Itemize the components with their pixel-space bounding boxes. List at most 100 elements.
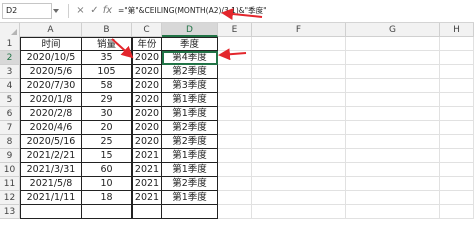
select-all-corner[interactable] (0, 23, 20, 37)
cell-g10[interactable] (346, 163, 440, 177)
cell-f11[interactable] (252, 177, 346, 191)
cell-f8[interactable] (252, 135, 346, 149)
cell-d1[interactable]: 季度 (162, 37, 218, 51)
cell-h9[interactable] (440, 149, 474, 163)
cell-h8[interactable] (440, 135, 474, 149)
cell-a9[interactable]: 2021/2/21 (20, 149, 82, 163)
cell-a11[interactable]: 2021/5/8 (20, 177, 82, 191)
row-header-3[interactable]: 3 (0, 65, 20, 79)
cell-f2[interactable] (252, 51, 346, 65)
cell-g3[interactable] (346, 65, 440, 79)
cell-g2[interactable] (346, 51, 440, 65)
cell-a5[interactable]: 2020/1/8 (20, 93, 82, 107)
cell-h1[interactable] (440, 37, 474, 51)
column-header-h[interactable]: H (440, 23, 474, 37)
cell-d13[interactable] (162, 205, 218, 219)
cell-e9[interactable] (218, 149, 252, 163)
cell-d7[interactable]: 第2季度 (162, 121, 218, 135)
cell-g11[interactable] (346, 177, 440, 191)
cell-g1[interactable] (346, 37, 440, 51)
cell-f7[interactable] (252, 121, 346, 135)
cell-a6[interactable]: 2020/2/8 (20, 107, 82, 121)
cell-g13[interactable] (346, 205, 440, 219)
cell-c4[interactable]: 2020 (132, 79, 162, 93)
name-box-dropdown-icon[interactable] (53, 9, 59, 13)
cell-f12[interactable] (252, 191, 346, 205)
cell-h7[interactable] (440, 121, 474, 135)
cell-g6[interactable] (346, 107, 440, 121)
cell-b2[interactable]: 35 (82, 51, 132, 65)
cell-g7[interactable] (346, 121, 440, 135)
cell-c13[interactable] (132, 205, 162, 219)
cell-d9[interactable]: 第1季度 (162, 149, 218, 163)
cell-c2[interactable]: 2020 (132, 51, 162, 65)
cell-f10[interactable] (252, 163, 346, 177)
cell-a1[interactable]: 时间 (20, 37, 82, 51)
column-header-a[interactable]: A (20, 23, 82, 37)
cell-h13[interactable] (440, 205, 474, 219)
cell-d12[interactable]: 第1季度 (162, 191, 218, 205)
cell-h10[interactable] (440, 163, 474, 177)
cell-d5[interactable]: 第1季度 (162, 93, 218, 107)
cell-e1[interactable] (218, 37, 252, 51)
enter-icon[interactable]: ✓ (88, 4, 101, 18)
row-header-8[interactable]: 8 (0, 135, 20, 149)
cell-h5[interactable] (440, 93, 474, 107)
cell-e3[interactable] (218, 65, 252, 79)
cell-h11[interactable] (440, 177, 474, 191)
row-header-9[interactable]: 9 (0, 149, 20, 163)
cell-f6[interactable] (252, 107, 346, 121)
cell-e10[interactable] (218, 163, 252, 177)
cell-h3[interactable] (440, 65, 474, 79)
cell-b13[interactable] (82, 205, 132, 219)
cell-b11[interactable]: 10 (82, 177, 132, 191)
cell-e12[interactable] (218, 191, 252, 205)
column-header-f[interactable]: F (252, 23, 346, 37)
row-header-13[interactable]: 13 (0, 205, 20, 219)
cell-g9[interactable] (346, 149, 440, 163)
column-header-e[interactable]: E (218, 23, 252, 37)
cell-c5[interactable]: 2020 (132, 93, 162, 107)
cell-c11[interactable]: 2021 (132, 177, 162, 191)
cell-g12[interactable] (346, 191, 440, 205)
cell-f13[interactable] (252, 205, 346, 219)
insert-function-button[interactable]: fx (101, 4, 114, 18)
cell-e4[interactable] (218, 79, 252, 93)
cell-e11[interactable] (218, 177, 252, 191)
cell-d8[interactable]: 第2季度 (162, 135, 218, 149)
cell-e5[interactable] (218, 93, 252, 107)
row-header-6[interactable]: 6 (0, 107, 20, 121)
cell-a2[interactable]: 2020/10/5 (20, 51, 82, 65)
cell-b12[interactable]: 18 (82, 191, 132, 205)
cell-a3[interactable]: 2020/5/6 (20, 65, 82, 79)
cell-b4[interactable]: 58 (82, 79, 132, 93)
cell-b6[interactable]: 30 (82, 107, 132, 121)
cell-a12[interactable]: 2021/1/11 (20, 191, 82, 205)
cell-c10[interactable]: 2021 (132, 163, 162, 177)
cell-f4[interactable] (252, 79, 346, 93)
column-header-c[interactable]: C (132, 23, 162, 37)
cell-d4[interactable]: 第3季度 (162, 79, 218, 93)
cell-d10[interactable]: 第1季度 (162, 163, 218, 177)
cell-a7[interactable]: 2020/4/6 (20, 121, 82, 135)
cell-f1[interactable] (252, 37, 346, 51)
cell-d11[interactable]: 第2季度 (162, 177, 218, 191)
cell-f9[interactable] (252, 149, 346, 163)
cell-e6[interactable] (218, 107, 252, 121)
row-header-12[interactable]: 12 (0, 191, 20, 205)
cell-h4[interactable] (440, 79, 474, 93)
cell-c1[interactable]: 年份 (132, 37, 162, 51)
cell-b1[interactable]: 销量 (82, 37, 132, 51)
cell-h2[interactable] (440, 51, 474, 65)
row-header-10[interactable]: 10 (0, 163, 20, 177)
cell-b7[interactable]: 20 (82, 121, 132, 135)
cell-c6[interactable]: 2020 (132, 107, 162, 121)
cell-b8[interactable]: 25 (82, 135, 132, 149)
cell-e8[interactable] (218, 135, 252, 149)
row-header-5[interactable]: 5 (0, 93, 20, 107)
column-header-b[interactable]: B (82, 23, 132, 37)
cell-e7[interactable] (218, 121, 252, 135)
row-header-1[interactable]: 1 (0, 37, 20, 51)
cell-f3[interactable] (252, 65, 346, 79)
cancel-icon[interactable]: × (74, 4, 87, 18)
